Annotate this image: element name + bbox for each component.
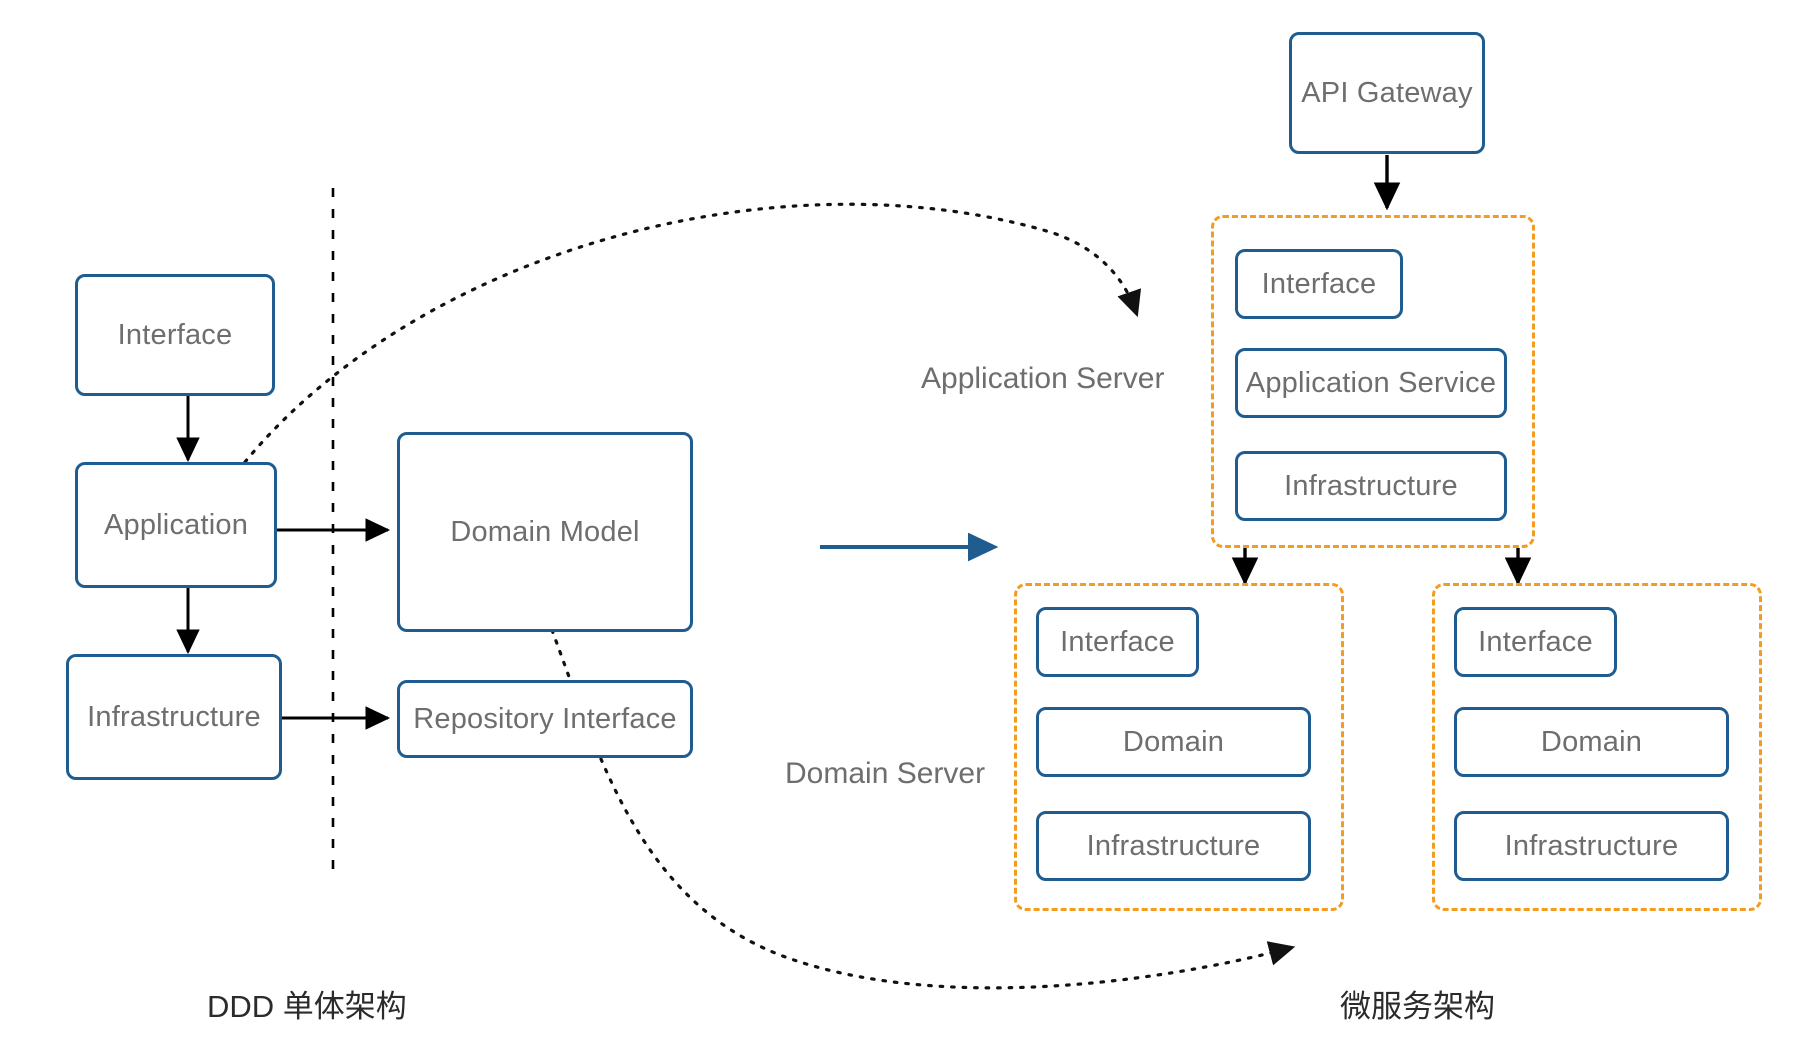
node-domain-server-1-domain[interactable]: Domain (1036, 707, 1311, 777)
node-label: API Gateway (1301, 76, 1473, 109)
node-label: Infrastructure (1284, 469, 1458, 502)
node-repository-interface[interactable]: Repository Interface (397, 680, 693, 758)
node-monolith-infrastructure[interactable]: Infrastructure (66, 654, 282, 780)
label-application-server: Application Server (921, 362, 1165, 395)
node-api-gateway[interactable]: API Gateway (1289, 32, 1485, 154)
node-label: Domain (1122, 725, 1225, 758)
node-label: Infrastructure (87, 700, 261, 733)
node-label: Domain (1540, 725, 1643, 758)
node-app-server-application-service[interactable]: Application Service (1235, 348, 1507, 418)
label-monolith-architecture: DDD 单体架构 (207, 989, 407, 1024)
node-label: Infrastructure (1504, 829, 1679, 862)
node-app-server-infrastructure[interactable]: Infrastructure (1235, 451, 1507, 521)
node-label: Interface (1060, 625, 1175, 658)
node-label: Domain Model (450, 515, 640, 548)
node-label: Application (103, 508, 249, 541)
node-domain-server-2-domain[interactable]: Domain (1454, 707, 1729, 777)
node-monolith-application[interactable]: Application (75, 462, 277, 588)
node-label: Interface (1478, 625, 1593, 658)
node-app-server-interface[interactable]: Interface (1235, 249, 1403, 319)
label-domain-server: Domain Server (785, 757, 986, 790)
curve-application-to-app-server (243, 202, 1142, 464)
node-label: Repository Interface (413, 702, 677, 735)
diagram-canvas: Interface Application Infrastructure Dom… (0, 0, 1804, 1054)
node-domain-server-1-infrastructure[interactable]: Infrastructure (1036, 811, 1311, 881)
node-label: Interface (1261, 267, 1377, 300)
node-domain-model[interactable]: Domain Model (397, 432, 693, 632)
node-label: Infrastructure (1086, 829, 1261, 862)
node-label: Application Service (1245, 366, 1497, 399)
node-monolith-interface[interactable]: Interface (75, 274, 275, 396)
node-domain-server-2-infrastructure[interactable]: Infrastructure (1454, 811, 1729, 881)
label-microservice-architecture: 微服务架构 (1340, 989, 1495, 1024)
node-domain-server-2-interface[interactable]: Interface (1454, 607, 1617, 677)
node-domain-server-1-interface[interactable]: Interface (1036, 607, 1199, 677)
node-label: Interface (117, 318, 233, 351)
